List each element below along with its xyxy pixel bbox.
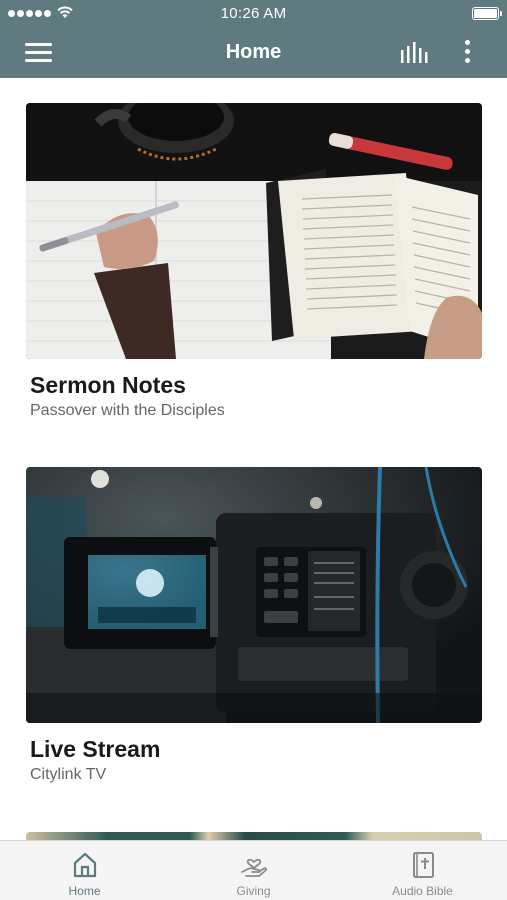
card-title: Live Stream xyxy=(30,736,161,762)
app-header: 10:26 AM Home xyxy=(0,0,507,78)
bottom-tab-bar: Home Giving Audio Bible xyxy=(0,840,507,900)
tab-label: Audio Bible xyxy=(392,884,453,898)
status-time: 10:26 AM xyxy=(220,5,287,22)
sermon-notes-card[interactable]: Sermon Notes Passover with the Disciples xyxy=(26,103,482,420)
tab-label: Home xyxy=(68,884,101,898)
home-icon xyxy=(73,852,96,878)
vertical-ellipsis-icon[interactable] xyxy=(458,38,478,66)
tab-home[interactable]: Home xyxy=(0,841,169,900)
bible-icon xyxy=(412,852,434,878)
tab-audio-bible[interactable]: Audio Bible xyxy=(338,841,507,900)
card-title: Sermon Notes xyxy=(30,372,186,398)
video-camera-photo xyxy=(26,467,482,723)
notebook-and-bible-photo xyxy=(26,103,482,359)
live-stream-card[interactable]: Live Stream Citylink TV xyxy=(26,467,482,784)
tab-label: Giving xyxy=(236,884,271,898)
card-subtitle: Citylink TV xyxy=(30,766,107,783)
app-screen: 10:26 AM Home Sermon Notes Passover with… xyxy=(0,0,507,900)
giving-hand-heart-icon xyxy=(240,858,267,877)
audio-equalizer-icon[interactable] xyxy=(398,40,432,66)
battery-icon xyxy=(472,7,502,20)
tab-giving[interactable]: Giving xyxy=(169,841,338,900)
status-bar: 10:26 AM xyxy=(0,0,507,26)
card-subtitle: Passover with the Disciples xyxy=(30,402,225,419)
